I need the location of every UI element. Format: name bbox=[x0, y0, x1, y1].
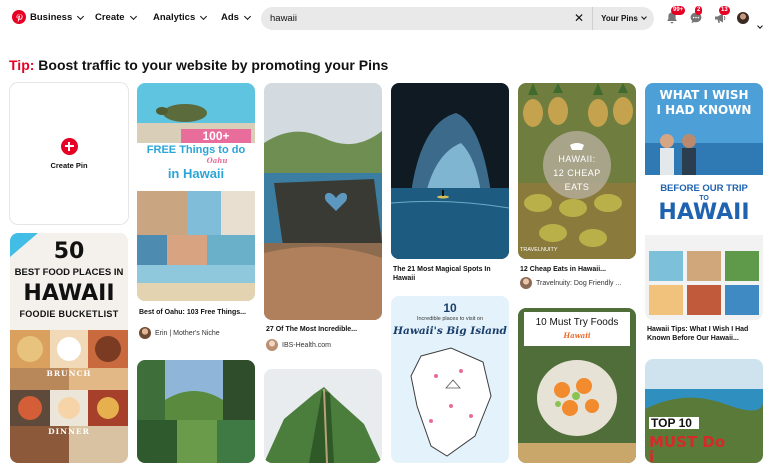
pin-source[interactable]: Travelnuity: Dog Friendly ... bbox=[520, 277, 621, 289]
pin-image-sea-cave[interactable] bbox=[391, 83, 509, 259]
tip-text: Boost traffic to your website by promoti… bbox=[34, 57, 389, 73]
overlay-text: Hawaii bbox=[563, 331, 591, 340]
pin-image-big-island-map[interactable]: 10 Incredible places to visit on Hawaii'… bbox=[391, 296, 509, 463]
overlay-text: EATS bbox=[564, 182, 590, 192]
overlay-text: HAWAII: bbox=[558, 154, 596, 164]
pin-source-name: IBS-Health.com bbox=[282, 341, 332, 349]
nav-business-label: Business bbox=[30, 12, 73, 23]
pin-source-name: Erin | Mother's Niche bbox=[155, 329, 220, 337]
updates-badge: 13 bbox=[719, 6, 730, 15]
avatar[interactable] bbox=[737, 12, 749, 24]
overlay-text: Incredible places to visit on bbox=[416, 316, 484, 322]
create-pin-label: Create Pin bbox=[50, 160, 88, 170]
chevron-down-icon bbox=[641, 14, 647, 20]
chevron-down-icon bbox=[129, 12, 137, 20]
overlay-text: 100+ bbox=[181, 129, 251, 143]
overlay-text: BEST FOOD PLACES IN bbox=[14, 267, 124, 278]
overlay-text: WHAT I WISH bbox=[659, 88, 749, 102]
overlay-text: 12 CHEAP bbox=[553, 168, 601, 178]
top-bar: Business Create Analytics Ads ✕ Your Pin… bbox=[0, 0, 768, 38]
pin-image-ridge-hike[interactable] bbox=[264, 369, 382, 463]
nav-analytics-label: Analytics bbox=[153, 12, 196, 23]
search-bar: ✕ Your Pins bbox=[261, 7, 654, 30]
overlay-text: Oahu bbox=[206, 156, 228, 165]
forest-collage-graphic bbox=[137, 360, 255, 463]
notifications-button[interactable]: 99+ bbox=[665, 6, 686, 25]
pin-image-must-try-foods[interactable]: 10 Must Try Foods Hawaii bbox=[518, 308, 636, 463]
overlay-text: FREE Things to do bbox=[146, 144, 246, 156]
green-ridge-graphic bbox=[264, 369, 382, 463]
pin-title[interactable]: 12 Cheap Eats in Hawaii... bbox=[520, 265, 638, 274]
oahu-collage-graphic bbox=[137, 83, 255, 301]
overlay-text: HAWAII bbox=[23, 281, 115, 306]
clear-search-icon[interactable]: ✕ bbox=[574, 11, 584, 25]
messages-button[interactable]: 2 bbox=[689, 6, 703, 25]
nav-create-label: Create bbox=[95, 12, 125, 23]
overlay-text: 50 bbox=[53, 239, 85, 264]
nav-ads-label: Ads bbox=[221, 12, 239, 23]
overlay-text: I HAD KNOWN bbox=[656, 103, 752, 117]
overlay-text: HAWAII bbox=[658, 200, 750, 225]
create-pin-card[interactable]: Create Pin bbox=[10, 83, 128, 224]
search-scope-label: Your Pins bbox=[601, 14, 638, 23]
nav-analytics[interactable]: Analytics bbox=[153, 12, 208, 23]
chevron-down-icon bbox=[757, 23, 763, 29]
pin-title[interactable]: Best of Oahu: 103 Free Things... bbox=[139, 308, 257, 317]
chevron-down-icon bbox=[200, 12, 208, 20]
chevron-down-icon bbox=[243, 12, 251, 20]
updates-button[interactable]: 13 bbox=[713, 6, 730, 25]
search-scope-dropdown[interactable]: Your Pins bbox=[592, 7, 654, 30]
nav-create[interactable]: Create bbox=[95, 12, 137, 23]
overlay-text: FOODIE BUCKETLIST bbox=[19, 309, 119, 319]
overlay-text: in Hawaii bbox=[167, 166, 225, 181]
search-input[interactable] bbox=[270, 11, 570, 26]
source-avatar bbox=[266, 339, 278, 351]
sea-cave-kayak-graphic bbox=[391, 83, 509, 259]
pin-image-forest[interactable] bbox=[137, 360, 255, 463]
overlay-text: 10 bbox=[443, 301, 457, 315]
messages-badge: 2 bbox=[695, 6, 703, 15]
pin-source-name: Travelnuity: Dog Friendly ... bbox=[536, 279, 622, 287]
coastal-heart-rock-graphic bbox=[264, 83, 382, 320]
promote-tip-banner: Tip: Boost traffic to your website by pr… bbox=[9, 57, 388, 73]
pin-image-cheap-eats[interactable]: HAWAII: 12 CHEAP EATS TRAVELNUITY bbox=[518, 83, 636, 259]
chevron-down-icon bbox=[77, 12, 85, 20]
pin-title[interactable]: Hawaii Tips: What I Wish I Had Known Bef… bbox=[647, 325, 765, 343]
nav-ads[interactable]: Ads bbox=[221, 12, 251, 23]
pin-image-heart-rock[interactable] bbox=[264, 83, 382, 320]
pin-source[interactable]: Erin | Mother's Niche bbox=[139, 327, 220, 339]
overlay-text: 10 Must Try Foods bbox=[535, 317, 619, 328]
nav-business[interactable]: Business bbox=[30, 12, 85, 23]
overlay-text: DINNER bbox=[48, 427, 90, 436]
overlay-text: TOP 10 bbox=[649, 417, 699, 429]
pin-image-food-places[interactable]: 50 BEST FOOD PLACES IN HAWAII FOODIE BUC… bbox=[10, 233, 128, 463]
tip-prefix: Tip: bbox=[9, 57, 35, 73]
overlay-text: MUST Do i bbox=[649, 433, 726, 463]
overlay-text: BRUNCH bbox=[46, 369, 92, 378]
account-menu-button[interactable] bbox=[755, 15, 763, 33]
pinterest-logo-icon[interactable] bbox=[12, 10, 26, 24]
overlay-text: Hawaii's Big Island bbox=[393, 325, 507, 337]
watermark-text: TRAVELNUITY bbox=[520, 247, 558, 253]
source-avatar bbox=[139, 327, 151, 339]
source-avatar bbox=[520, 277, 532, 289]
overlay-text: BEFORE OUR TRIP bbox=[660, 183, 748, 194]
pin-title[interactable]: 27 Of The Most Incredible... bbox=[266, 325, 384, 334]
pin-source[interactable]: IBS-Health.com bbox=[266, 339, 331, 351]
pin-image-oahu[interactable]: 100+ FREE Things to do Oahu in Hawaii bbox=[137, 83, 255, 301]
pin-title[interactable]: The 21 Most Magical Spots In Hawaii bbox=[393, 265, 511, 283]
plus-icon bbox=[60, 137, 78, 155]
pin-image-top-10[interactable]: TOP 10 MUST Do i bbox=[645, 359, 763, 463]
pin-image-what-i-wish[interactable]: WHAT I WISH I HAD KNOWN BEFORE OUR TRIP … bbox=[645, 83, 763, 320]
notifications-badge: 99+ bbox=[671, 6, 686, 15]
